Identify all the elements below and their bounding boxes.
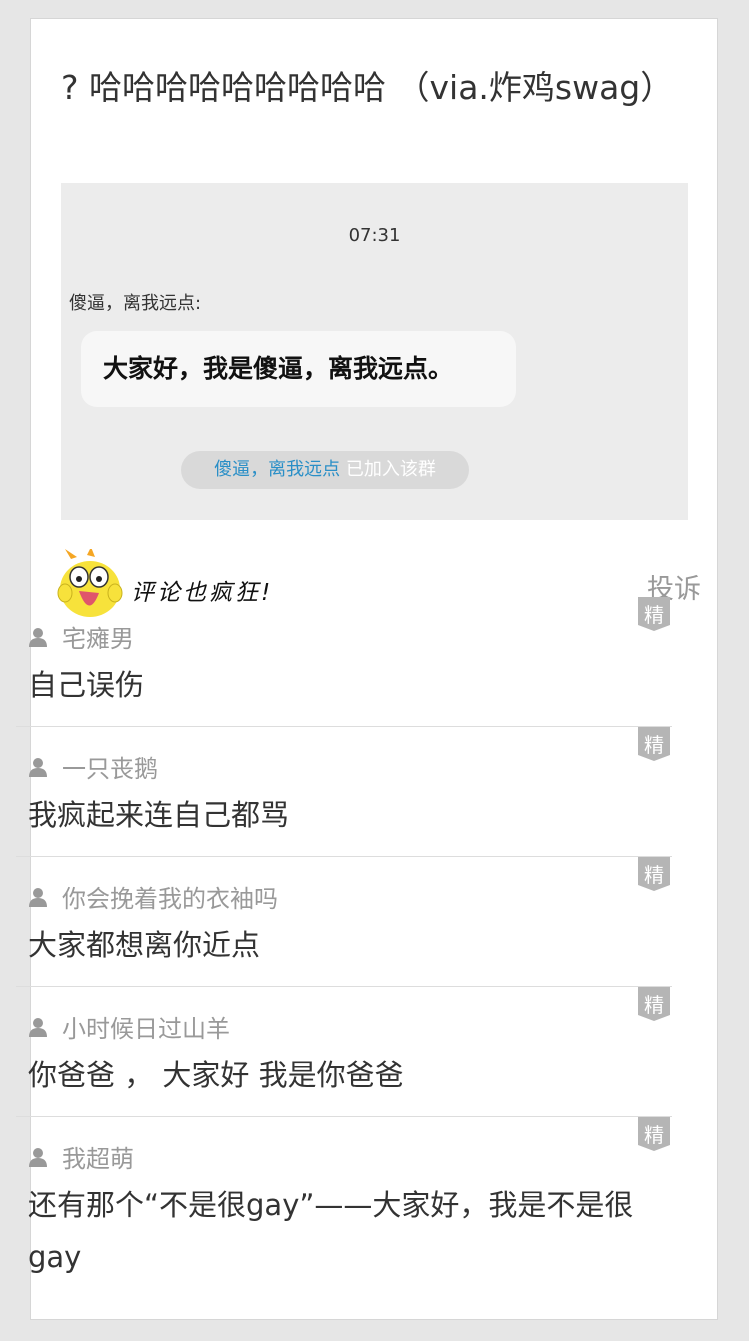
chat-join-suffix: 已加入该群 <box>340 459 436 480</box>
user-icon <box>29 1147 47 1167</box>
comment-username: 一只丧鹅 <box>62 755 158 783</box>
featured-badge: 精 <box>638 597 670 631</box>
comment-username: 小时候日过山羊 <box>62 1015 230 1043</box>
featured-badge: 精 <box>638 857 670 891</box>
comment-user[interactable]: 我超萌 <box>28 1139 134 1174</box>
chat-time: 07:31 <box>348 225 401 246</box>
badge-label: 精 <box>644 1123 664 1147</box>
comment-text: 还有那个“不是很gay”——大家好，我是不是很gay <box>28 1188 634 1274</box>
comment-item: 一只丧鹅 我疯起来连自己都骂 精 <box>16 727 672 857</box>
featured-badge: 精 <box>638 1117 670 1151</box>
comment-user[interactable]: 宅瘫男 <box>28 619 134 654</box>
chat-join-notice: 傻逼，离我远点 已加入该群 <box>181 451 469 489</box>
chat-screenshot-image: 07:31 傻逼，离我远点: 大家好，我是傻逼，离我远点。 傻逼，离我远点 已加… <box>61 183 688 520</box>
user-icon <box>29 757 47 777</box>
comment-user[interactable]: 一只丧鹅 <box>28 749 158 784</box>
comment-username: 我超萌 <box>62 1145 134 1173</box>
comment-username: 宅瘫男 <box>62 625 134 653</box>
user-icon <box>29 1017 47 1037</box>
featured-badge: 精 <box>638 987 670 1021</box>
user-icon <box>29 887 47 907</box>
comment-list: 宅瘫男 自己误伤 精 一只丧鹅 我疯起来连自己都骂 精 你会挽着我的衣袖吗 大家… <box>16 597 672 1287</box>
comment-user[interactable]: 你会挽着我的衣袖吗 <box>28 879 278 914</box>
comment-text: 大家都想离你近点 <box>28 928 261 962</box>
comment-item: 宅瘫男 自己误伤 精 <box>16 597 672 727</box>
featured-badge: 精 <box>638 727 670 761</box>
comment-item: 我超萌 还有那个“不是很gay”——大家好，我是不是很gay 精 <box>16 1117 672 1287</box>
user-icon <box>29 627 47 647</box>
chat-sender-name: 傻逼，离我远点: <box>69 293 202 314</box>
chat-join-name: 傻逼，离我远点 <box>214 459 341 480</box>
comment-item: 你会挽着我的衣袖吗 大家都想离你近点 精 <box>16 857 672 987</box>
chat-message-bubble: 大家好，我是傻逼，离我远点。 <box>81 331 516 407</box>
badge-label: 精 <box>644 863 664 887</box>
comment-item: 小时候日过山羊 你爸爸 ， 大家好 我是你爸爸 精 <box>16 987 672 1117</box>
badge-label: 精 <box>644 733 664 757</box>
comment-text: 你爸爸 ， 大家好 我是你爸爸 <box>28 1058 404 1092</box>
comment-user[interactable]: 小时候日过山羊 <box>28 1009 230 1044</box>
badge-label: 精 <box>644 993 664 1017</box>
badge-label: 精 <box>644 603 664 627</box>
post-title: ? 哈哈哈哈哈哈哈哈哈 （via.炸鸡swag） <box>61 68 674 107</box>
comment-text: 我疯起来连自己都骂 <box>28 798 290 832</box>
comment-username: 你会挽着我的衣袖吗 <box>62 885 278 913</box>
comment-text: 自己误伤 <box>28 668 145 702</box>
